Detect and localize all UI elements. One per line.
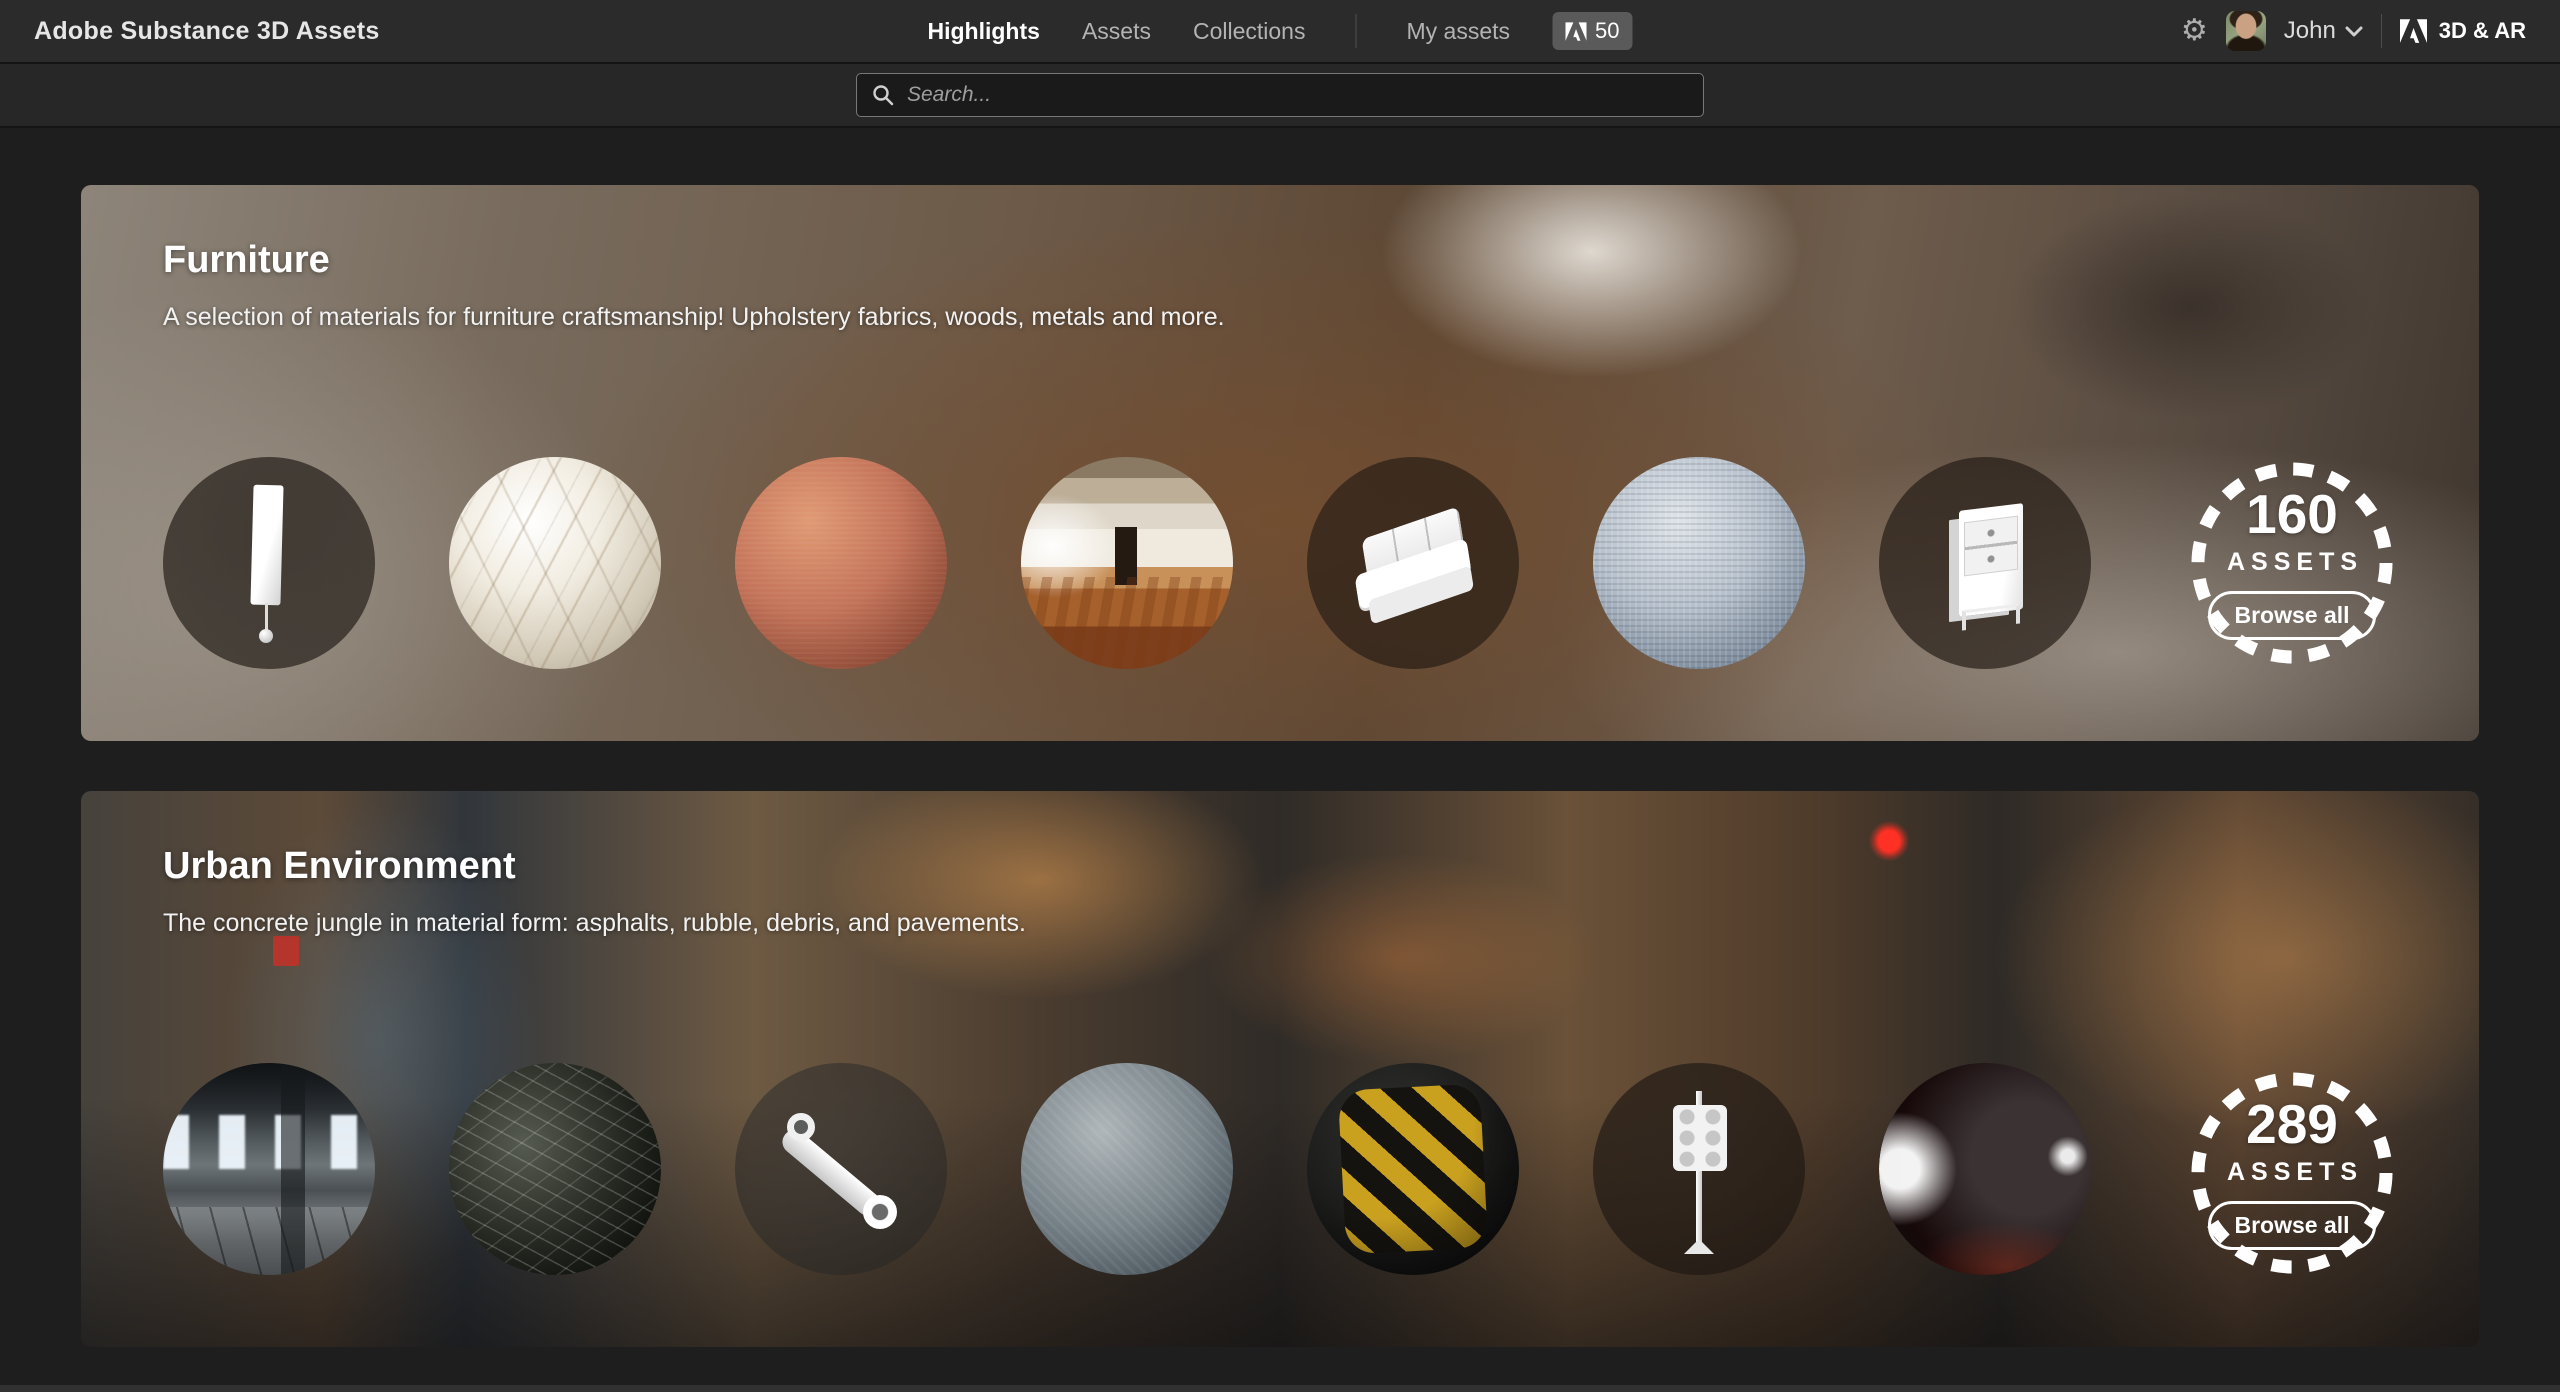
top-bar: Adobe Substance 3D Assets Highlights Ass… bbox=[0, 0, 2560, 64]
tunnel-environment-sphere-thumb[interactable] bbox=[1879, 1063, 2091, 1275]
hazard-stripes-material-sphere-thumb-art bbox=[1307, 1063, 1519, 1275]
underpass-environment-sphere-thumb-art bbox=[281, 1063, 305, 1275]
floor-lamp-model-thumb-art bbox=[250, 485, 283, 606]
brand-label: 3D & AR bbox=[2439, 18, 2526, 44]
scratched-asphalt-material-sphere-thumb[interactable] bbox=[449, 1063, 661, 1275]
urban-thumb-row bbox=[163, 1063, 2397, 1275]
nightstand-model-thumb-art bbox=[1964, 516, 2018, 577]
urban-description: The concrete jungle in material form: as… bbox=[163, 909, 1026, 938]
white-sofa-model-thumb[interactable] bbox=[1307, 457, 1519, 669]
points-badge[interactable]: 50 bbox=[1552, 12, 1632, 50]
urban-count-badge: 289 ASSETS Browse all bbox=[2186, 1067, 2398, 1279]
search-input[interactable] bbox=[907, 83, 1689, 107]
adobe-logo-icon bbox=[1565, 22, 1586, 41]
pipe-model-thumb-art bbox=[787, 1113, 815, 1141]
interior-environment-sphere-thumb[interactable] bbox=[1021, 457, 1233, 669]
dashed-circle bbox=[2186, 457, 2398, 669]
tab-collections[interactable]: Collections bbox=[1193, 18, 1306, 45]
floor-lamp-model-thumb[interactable] bbox=[163, 457, 375, 669]
urban-title: Urban Environment bbox=[163, 845, 516, 888]
marble-material-sphere-thumb[interactable] bbox=[449, 457, 661, 669]
floor-lamp-model-thumb-art bbox=[259, 629, 273, 643]
tab-highlights[interactable]: Highlights bbox=[928, 18, 1040, 45]
underpass-environment-sphere-thumb-art bbox=[163, 1207, 375, 1275]
brand-3d-ar[interactable]: 3D & AR bbox=[2400, 18, 2526, 44]
leather-material-sphere-thumb[interactable] bbox=[735, 457, 947, 669]
furniture-count-badge: 160 ASSETS Browse all bbox=[2186, 457, 2398, 669]
traffic-light-model-thumb-art bbox=[1673, 1105, 1727, 1171]
top-bar-right: ⚙ John 3D & AR bbox=[2181, 11, 2526, 51]
furniture-title: Furniture bbox=[163, 239, 330, 282]
user-name: John bbox=[2284, 17, 2336, 45]
hazard-stripes-material-sphere-thumb[interactable] bbox=[1307, 1063, 1519, 1275]
urban-banner-art bbox=[273, 936, 299, 966]
concrete-material-sphere-thumb-art bbox=[1021, 1063, 1233, 1275]
underpass-environment-sphere-thumb[interactable] bbox=[163, 1063, 375, 1275]
leather-material-sphere-thumb-art bbox=[735, 457, 947, 669]
marble-material-sphere-thumb-art bbox=[449, 457, 661, 669]
knit-fabric-material-sphere-thumb[interactable] bbox=[1593, 457, 1805, 669]
furniture-banner: Furniture A selection of materials for f… bbox=[81, 185, 2479, 741]
app-title[interactable]: Adobe Substance 3D Assets bbox=[34, 17, 380, 46]
tab-assets[interactable]: Assets bbox=[1082, 18, 1151, 45]
search-icon bbox=[871, 83, 895, 107]
topbar-divider bbox=[2381, 14, 2382, 48]
underpass-environment-sphere-thumb-art bbox=[163, 1115, 375, 1169]
pipe-model-thumb-art bbox=[863, 1195, 897, 1229]
knit-fabric-material-sphere-thumb-art bbox=[1593, 457, 1805, 669]
dashed-circle bbox=[2186, 1067, 2398, 1279]
furniture-thumb-row bbox=[163, 457, 2397, 669]
nav-divider bbox=[1355, 14, 1356, 48]
user-menu[interactable]: John bbox=[2284, 17, 2363, 45]
traffic-light-model-thumb-art bbox=[1684, 1239, 1714, 1254]
concrete-material-sphere-thumb[interactable] bbox=[1021, 1063, 1233, 1275]
points-value: 50 bbox=[1595, 18, 1619, 44]
scratched-asphalt-material-sphere-thumb-art bbox=[449, 1063, 661, 1275]
furniture-description: A selection of materials for furniture c… bbox=[163, 303, 1225, 332]
tab-my-assets[interactable]: My assets bbox=[1406, 18, 1510, 45]
nightstand-model-thumb[interactable] bbox=[1879, 457, 2091, 669]
avatar[interactable] bbox=[2226, 11, 2266, 51]
traffic-light-model-thumb[interactable] bbox=[1593, 1063, 1805, 1275]
chevron-down-icon bbox=[2345, 26, 2363, 37]
search-row bbox=[0, 64, 2560, 128]
floor-lamp-model-thumb-art bbox=[265, 603, 268, 631]
urban-banner: Urban Environment The concrete jungle in… bbox=[81, 791, 2479, 1347]
tunnel-environment-sphere-thumb-art bbox=[1879, 1063, 2091, 1275]
gear-icon[interactable]: ⚙ bbox=[2181, 16, 2208, 46]
pipe-model-thumb[interactable] bbox=[735, 1063, 947, 1275]
main-nav: Highlights Assets Collections My assets … bbox=[928, 0, 1633, 62]
search-box[interactable] bbox=[856, 73, 1704, 117]
interior-environment-sphere-thumb-art bbox=[1021, 577, 1233, 669]
next-section-edge bbox=[0, 1385, 2560, 1392]
adobe-logo-icon bbox=[2400, 19, 2427, 43]
